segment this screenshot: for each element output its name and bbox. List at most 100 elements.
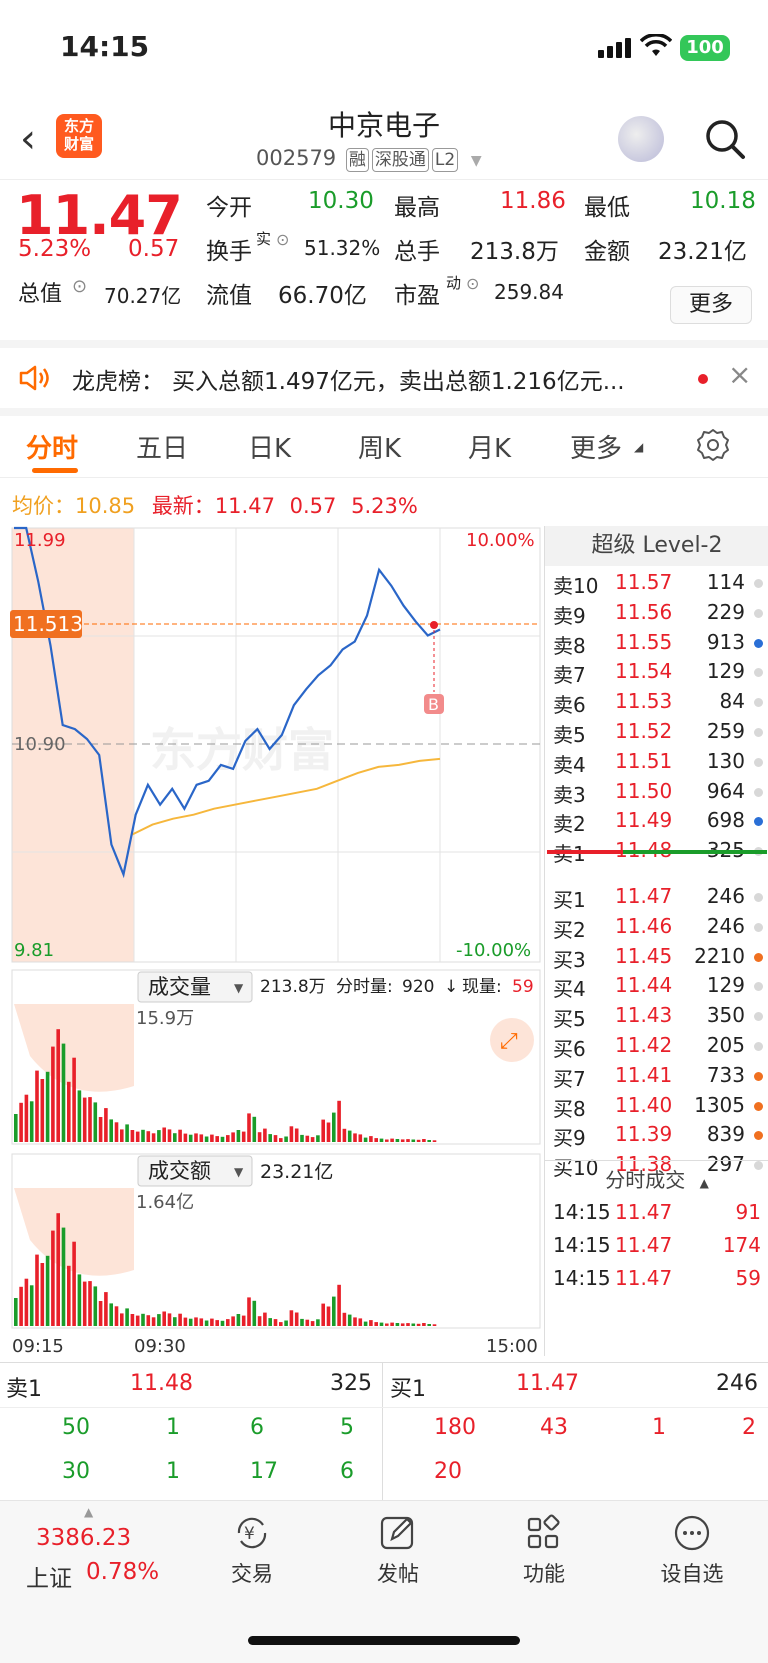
- dropdown-icon[interactable]: ▼: [471, 153, 482, 169]
- order-book-row[interactable]: 卖8 11.55 913: [545, 630, 768, 661]
- index-expand-icon[interactable]: ▲: [84, 1505, 93, 1519]
- tab-five-day[interactable]: 五日: [136, 428, 188, 465]
- order-book-row[interactable]: 买8 11.40 1305: [545, 1093, 768, 1124]
- ratio-bar-sell: [547, 850, 623, 854]
- chart-svg[interactable]: 东方财富 B 11.99 10.90 9.81 10.00% -10.00% 1…: [0, 526, 544, 1356]
- search-icon[interactable]: [704, 118, 746, 160]
- index-pct[interactable]: 0.78%: [86, 1559, 159, 1585]
- tab-monthly-k[interactable]: 月K: [468, 428, 511, 465]
- order-book-row[interactable]: 卖6 11.53 84: [545, 689, 768, 720]
- pe-info-icon[interactable]: ⊙: [466, 274, 479, 293]
- order-book-row[interactable]: 卖4 11.51 130: [545, 749, 768, 780]
- order-book-row[interactable]: 买3 11.45 2210: [545, 944, 768, 975]
- queue-order: 2: [742, 1415, 756, 1440]
- order-level-label: 买6: [553, 1037, 586, 1061]
- volume-bar: [173, 1317, 177, 1326]
- order-book-row[interactable]: 买6 11.42 205: [545, 1033, 768, 1064]
- minute-vol: 920: [402, 977, 434, 997]
- x-label-close: 15:00: [486, 1336, 538, 1356]
- gear-icon[interactable]: [696, 428, 730, 462]
- low-value: 10.18: [690, 188, 756, 214]
- turnover-info-icon[interactable]: ⊙: [276, 230, 289, 249]
- order-price: 11.50: [615, 778, 673, 803]
- volume-bar: [268, 1134, 272, 1142]
- volume-bar: [427, 1140, 431, 1142]
- order-book-row[interactable]: 卖5 11.52 259: [545, 719, 768, 750]
- close-icon[interactable]: ×: [728, 358, 751, 391]
- volume-bar: [157, 1314, 161, 1326]
- tab-more[interactable]: 更多: [570, 428, 622, 465]
- volume-bar: [130, 1130, 135, 1142]
- divider: [0, 408, 768, 416]
- assistant-avatar[interactable]: [618, 116, 664, 162]
- tab-intraday[interactable]: 分时: [26, 428, 78, 465]
- volume-bar: [369, 1136, 373, 1142]
- order-book-row[interactable]: 买1 11.47 246: [545, 884, 768, 915]
- queue-order: 17: [250, 1459, 278, 1484]
- volume-bar: [141, 1129, 145, 1142]
- quote-panel: 11.47 5.23% 0.57 总值 ⊙ 70.27亿 今开 10.30 最高…: [0, 180, 768, 340]
- news-banner[interactable]: 龙虎榜： 买入总额1.497亿元，卖出总额1.216亿元... ×: [0, 348, 768, 408]
- amount-value: 23.21亿: [658, 239, 747, 265]
- order-book-row[interactable]: 卖10 11.57 114: [545, 570, 768, 601]
- volume-bar: [379, 1138, 384, 1142]
- order-dot: [754, 608, 763, 618]
- volume-total: 213.8万: [260, 977, 326, 997]
- volume-bar: [104, 1292, 108, 1326]
- tag-connect: 深股通: [371, 148, 429, 172]
- order-book-row[interactable]: 买9 11.39 839: [545, 1122, 768, 1153]
- volume-bar: [29, 1285, 34, 1326]
- tab-functions[interactable]: 功能: [484, 1513, 604, 1588]
- order-volume: 246: [706, 884, 745, 908]
- change-value: 0.57: [128, 236, 180, 262]
- volume-max: 15.9万: [136, 1008, 194, 1029]
- tab-trade[interactable]: ¥ 交易: [192, 1513, 312, 1588]
- volume-bar: [289, 1310, 294, 1326]
- tab-weekly-k[interactable]: 周K: [358, 428, 401, 465]
- volume-bar: [162, 1127, 166, 1142]
- latest-change-pct: 5.23%: [351, 494, 418, 518]
- order-book-row[interactable]: 买2 11.46 246: [545, 914, 768, 945]
- tab-watchlist[interactable]: 设自选: [632, 1513, 752, 1588]
- more-circle-icon: [674, 1515, 710, 1551]
- volume-bar: [56, 1213, 60, 1326]
- more-button[interactable]: 更多: [670, 286, 752, 324]
- order-book-row[interactable]: 买5 11.43 350: [545, 1003, 768, 1034]
- tab-daily-k[interactable]: 日K: [248, 428, 291, 465]
- order-book-row[interactable]: 买7 11.41 733: [545, 1063, 768, 1094]
- volume-value: 213.8万: [470, 239, 559, 265]
- news-text: 买入总额1.497亿元，卖出总额1.216亿元...: [172, 369, 625, 395]
- order-price: 11.54: [615, 659, 673, 684]
- intraday-chart[interactable]: 东方财富 B 11.99 10.90 9.81 10.00% -10.00% 1…: [0, 526, 544, 1356]
- high-value: 11.86: [500, 188, 566, 214]
- queue-order: 20: [434, 1459, 462, 1484]
- cursor-price: 11.513: [13, 612, 83, 636]
- stock-code-row[interactable]: 002579 融深股通 L2 ▼: [256, 146, 482, 172]
- order-book-row[interactable]: 卖9 11.56 229: [545, 600, 768, 631]
- order-book-row[interactable]: 卖3 11.50 964: [545, 779, 768, 810]
- ticks-title-row[interactable]: 分时成交 ▲: [545, 1164, 768, 1193]
- order-level-label: 买7: [553, 1066, 586, 1091]
- volume-bar: [294, 1312, 299, 1326]
- level2-title[interactable]: 超级 Level-2: [545, 526, 768, 566]
- volume-bar: [395, 1139, 400, 1142]
- index-value[interactable]: 3386.23: [36, 1525, 131, 1551]
- tab-post[interactable]: 发帖: [338, 1513, 458, 1588]
- order-price: 11.43: [615, 1003, 673, 1028]
- volume-bar: [374, 1138, 378, 1142]
- volume-bar: [358, 1134, 363, 1142]
- order-dot: [754, 982, 763, 992]
- volume-bar: [326, 1122, 331, 1142]
- order-book-row[interactable]: 卖2 11.49 698: [545, 808, 768, 839]
- order-price: 11.57: [615, 570, 673, 594]
- order-book-row[interactable]: 卖7 11.54 129: [545, 659, 768, 690]
- tick-price: 11.47: [615, 1200, 673, 1224]
- order-book-row[interactable]: 买4 11.44 129: [545, 973, 768, 1004]
- tab-more-caret-icon: ◢: [634, 440, 644, 454]
- volume-bar: [257, 1132, 262, 1142]
- order-dot: [754, 757, 763, 767]
- volume-bar: [72, 1241, 76, 1326]
- info-icon[interactable]: ⊙: [72, 276, 87, 297]
- tick-time: 14:15: [553, 1266, 611, 1290]
- index-name[interactable]: 上证: [26, 1559, 72, 1593]
